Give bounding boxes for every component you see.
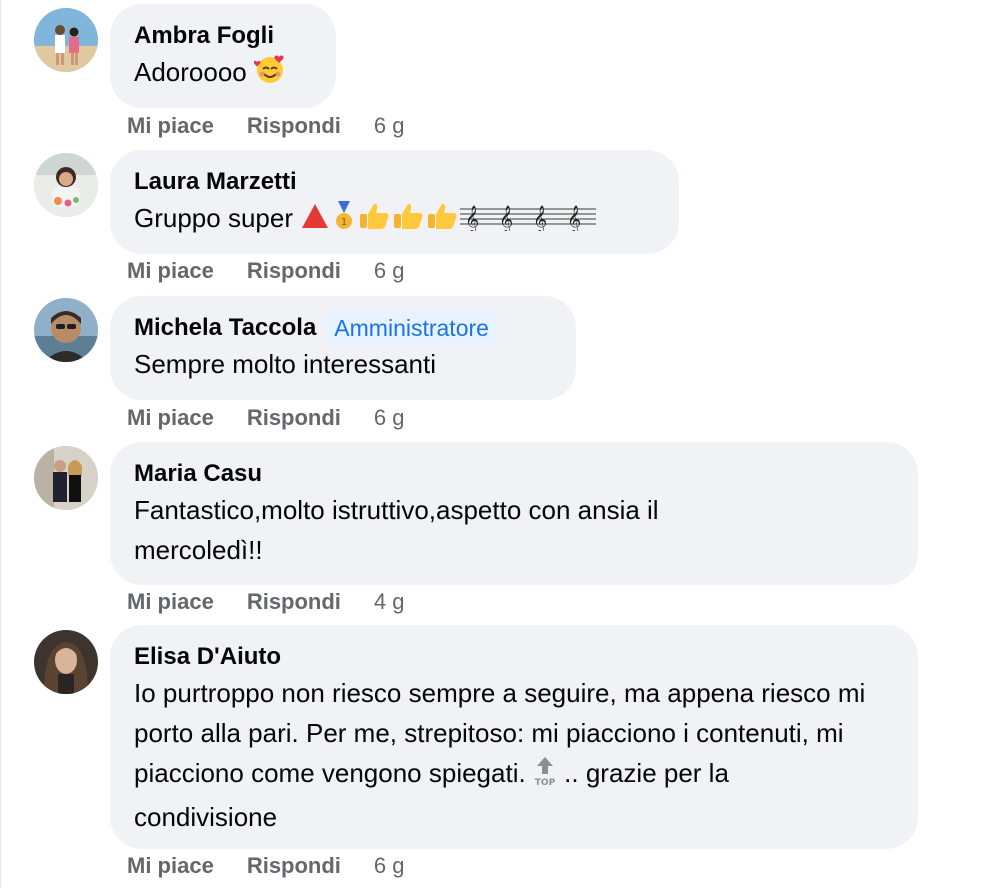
comment-bubble: Elisa D'Aiuto Io purtroppo non riesco se… [110, 625, 918, 849]
reply-button[interactable]: Rispondi [247, 589, 341, 615]
svg-text:TOP: TOP [535, 778, 556, 786]
comment-actions: Mi piace Rispondi 6 g [127, 111, 405, 141]
avatar[interactable] [34, 8, 98, 72]
treble-clef-icon: 𝄞 [562, 201, 597, 242]
comment-text: Adoroooo [134, 52, 312, 96]
comment-timestamp[interactable]: 6 g [374, 258, 405, 284]
comment-actions: Mi piace Rispondi 6 g [127, 403, 405, 433]
reply-button[interactable]: Rispondi [247, 113, 341, 139]
smiling-face-with-hearts-icon [253, 53, 286, 96]
reply-button[interactable]: Rispondi [247, 853, 341, 879]
avatar[interactable] [34, 298, 98, 362]
svg-text:𝄞: 𝄞 [499, 205, 513, 231]
avatar[interactable] [34, 446, 98, 510]
comment-timestamp[interactable]: 6 g [374, 405, 405, 431]
thumbs-up-icon [426, 201, 460, 242]
comment-text: Gruppo super 1 𝄞 𝄞 𝄞 𝄞 [134, 198, 655, 242]
treble-clef-icon: 𝄞 [528, 201, 563, 242]
avatar[interactable] [34, 153, 98, 217]
svg-text:1: 1 [341, 217, 347, 228]
comment-author[interactable]: Maria Casu [134, 460, 262, 488]
comment-text: Io purtroppo non riesco sempre a seguire… [134, 678, 866, 832]
comment-actions: Mi piace Rispondi 6 g [127, 851, 405, 881]
svg-text:𝄞: 𝄞 [533, 205, 547, 231]
like-button[interactable]: Mi piace [127, 853, 214, 879]
comment-text: Sempre molto interessanti [134, 349, 437, 379]
comment-author[interactable]: Elisa D'Aiuto [134, 643, 281, 671]
comment-author[interactable]: Michela Taccola [134, 314, 316, 342]
treble-clef-icon: 𝄞 [460, 201, 495, 242]
like-button[interactable]: Mi piace [127, 405, 214, 431]
comment-bubble: Michela Taccola Amministratore Sempre mo… [110, 296, 576, 400]
treble-clef-icon: 𝄞 [494, 201, 529, 242]
comment-bubble: Ambra Fogli Adoroooo [110, 4, 336, 108]
red-triangle-icon [300, 201, 330, 242]
comment-author[interactable]: Ambra Fogli [134, 22, 274, 50]
thumbs-up-icon [392, 201, 426, 242]
medal-icon: 1 [330, 201, 358, 242]
like-button[interactable]: Mi piace [127, 113, 214, 139]
comment-timestamp[interactable]: 6 g [374, 853, 405, 879]
admin-badge[interactable]: Amministratore [326, 310, 497, 346]
reply-button[interactable]: Rispondi [247, 405, 341, 431]
svg-text:𝄞: 𝄞 [465, 205, 479, 231]
thumbs-up-icon [358, 201, 392, 242]
reply-button[interactable]: Rispondi [247, 258, 341, 284]
avatar[interactable] [34, 630, 98, 694]
comment-actions: Mi piace Rispondi 4 g [127, 587, 405, 617]
comment-timestamp[interactable]: 6 g [374, 113, 405, 139]
left-divider [0, 0, 1, 888]
comment-timestamp[interactable]: 4 g [374, 589, 405, 615]
top-arrow-icon: TOP [533, 756, 557, 797]
svg-text:𝄞: 𝄞 [567, 205, 581, 231]
comment-text: Fantastico,molto istruttivo,aspetto con … [134, 495, 659, 565]
comment-bubble: Laura Marzetti Gruppo super 1 𝄞 𝄞 𝄞 𝄞 [110, 150, 679, 254]
comment-actions: Mi piace Rispondi 6 g [127, 256, 405, 286]
like-button[interactable]: Mi piace [127, 589, 214, 615]
comment-author[interactable]: Laura Marzetti [134, 168, 297, 196]
like-button[interactable]: Mi piace [127, 258, 214, 284]
comment-bubble: Maria Casu Fantastico,molto istruttivo,a… [110, 442, 918, 585]
